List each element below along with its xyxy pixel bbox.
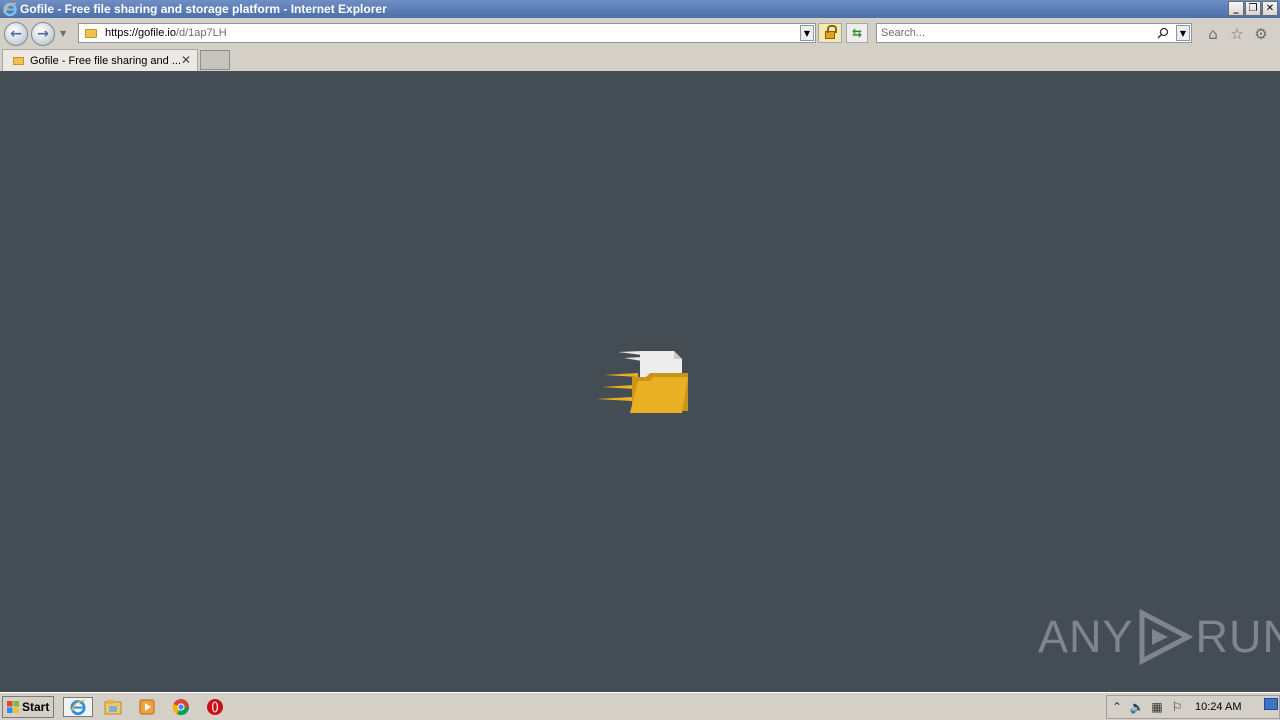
taskbar-media-player[interactable] — [135, 697, 159, 717]
network-icon[interactable]: ▦ — [1147, 698, 1167, 716]
back-button[interactable]: ← — [4, 22, 28, 46]
favorites-star-icon[interactable]: ☆ — [1228, 25, 1246, 43]
speed-line — [604, 373, 638, 377]
action-center-flag-icon[interactable]: ⚐ — [1167, 698, 1187, 716]
address-bar[interactable]: https://gofile.io/d/1ap7LH ▼ — [78, 23, 816, 43]
close-icon: ✕ — [1265, 2, 1275, 14]
taskbar-chrome[interactable] — [169, 697, 193, 717]
show-desktop-button[interactable] — [1264, 698, 1278, 710]
speed-line — [602, 385, 634, 389]
refresh-button[interactable]: ⇆ — [846, 23, 868, 43]
taskbar-internet-explorer[interactable] — [63, 697, 93, 717]
page-content: ANY RUN — [0, 71, 1280, 692]
window-title: Gofile - Free file sharing and storage p… — [20, 2, 387, 16]
navigation-bar: ← → ▼ https://gofile.io/d/1ap7LH ▼ ⇆ ▼ ⌂… — [0, 18, 1280, 48]
clock[interactable]: 10:24 AM — [1195, 701, 1241, 713]
url-host: https://gofile.io — [105, 27, 176, 39]
forward-button[interactable]: → — [31, 22, 55, 46]
watermark-text-left: ANY — [1038, 611, 1134, 662]
media-player-icon — [139, 699, 155, 715]
chevron-down-icon: ▼ — [1179, 28, 1187, 38]
window-title-bar: Gofile - Free file sharing and storage p… — [0, 0, 1280, 18]
search-box[interactable]: ▼ — [876, 23, 1192, 43]
new-tab-button[interactable] — [200, 50, 230, 70]
search-input[interactable] — [881, 27, 1151, 39]
tab-label: Gofile - Free file sharing and ... — [30, 54, 182, 67]
taskbar-file-explorer[interactable] — [101, 697, 125, 717]
start-button[interactable]: Start — [2, 696, 54, 718]
restore-icon: ❐ — [1248, 2, 1258, 14]
search-providers-dropdown[interactable]: ▼ — [1176, 25, 1190, 41]
system-tray: ⌃ 🔈 ▦ ⚐ 10:24 AM — [1106, 695, 1280, 719]
speed-line — [624, 357, 642, 361]
internet-explorer-icon — [70, 699, 86, 716]
tab-gofile[interactable]: Gofile - Free file sharing and ... ✕ — [2, 49, 198, 71]
address-dropdown-button[interactable]: ▼ — [800, 25, 814, 41]
speed-line — [596, 397, 632, 401]
refresh-icon: ⇆ — [851, 26, 863, 40]
search-icon[interactable] — [1157, 27, 1169, 39]
padlock-icon — [825, 25, 837, 39]
file-explorer-icon — [104, 700, 122, 715]
close-tab-icon[interactable]: ✕ — [181, 53, 191, 67]
settings-gear-icon[interactable]: ⚙ — [1252, 25, 1270, 43]
minimize-button[interactable]: _ — [1228, 1, 1244, 16]
forward-arrow-icon: → — [37, 26, 49, 42]
volume-icon[interactable]: 🔈 — [1127, 698, 1147, 716]
recent-pages-dropdown[interactable]: ▼ — [60, 29, 70, 39]
chevron-down-icon: ▼ — [803, 28, 811, 38]
restore-button[interactable]: ❐ — [1245, 1, 1261, 16]
taskbar-opera[interactable] — [203, 697, 227, 717]
back-arrow-icon: ← — [10, 26, 22, 42]
opera-icon — [207, 699, 223, 715]
chrome-icon — [172, 699, 190, 716]
show-hidden-icons-icon[interactable]: ⌃ — [1107, 698, 1127, 716]
speed-line — [618, 351, 642, 355]
anyrun-watermark: ANY RUN — [1038, 609, 1280, 665]
flying-folder-icon — [596, 351, 688, 413]
windows-logo-icon — [7, 701, 19, 713]
url-path: /d/1ap7LH — [175, 27, 227, 39]
folder-front — [630, 377, 688, 413]
taskbar: Start ⌃ 🔈 ▦ ⚐ 10:24 AM — [0, 692, 1280, 720]
site-favicon-icon — [85, 28, 97, 38]
play-logo-icon — [1139, 609, 1193, 665]
watermark-text-right: RUN — [1195, 611, 1280, 662]
internet-explorer-icon — [3, 2, 17, 17]
tab-bar: Gofile - Free file sharing and ... ✕ — [0, 48, 1280, 71]
minimize-icon: _ — [1233, 2, 1239, 14]
tab-favicon-icon — [13, 56, 24, 65]
security-report-button[interactable] — [818, 23, 842, 43]
close-window-button[interactable]: ✕ — [1262, 1, 1278, 16]
start-label: Start — [22, 700, 50, 714]
paper-fold — [674, 351, 682, 359]
chevron-down-icon: ▼ — [60, 29, 67, 38]
home-icon[interactable]: ⌂ — [1204, 25, 1222, 43]
